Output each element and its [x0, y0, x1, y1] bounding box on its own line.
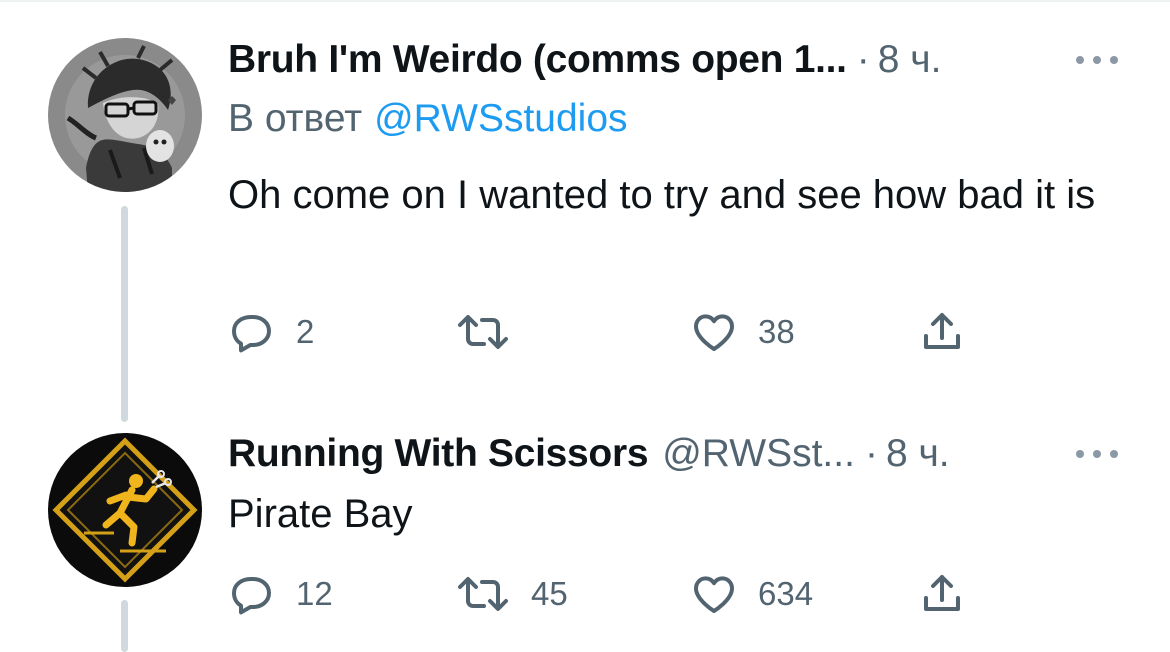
separator-dot: ·	[864, 432, 878, 475]
reply-button[interactable]: 2	[228, 308, 314, 356]
retweet-button[interactable]: 45	[455, 570, 568, 618]
like-button[interactable]: 634	[690, 570, 813, 618]
like-count: 634	[758, 575, 814, 612]
tweet-header: Running With Scissors @RWSst... · 8 ч.	[228, 431, 950, 477]
thread-line	[121, 206, 128, 422]
avatar[interactable]	[48, 433, 202, 587]
more-dots-icon[interactable]	[1076, 446, 1118, 462]
timestamp[interactable]: 8 ч.	[878, 37, 942, 83]
tweet-text: Pirate Bay	[228, 492, 413, 536]
reply-button[interactable]: 12	[228, 570, 333, 618]
separator-dot: ·	[856, 38, 870, 81]
retweet-count: 45	[531, 575, 568, 612]
reply-mention-link[interactable]: @RWSstudios	[374, 97, 627, 140]
tweet-text: Oh come on I wanted to try and see how b…	[228, 173, 1096, 217]
heart-icon	[694, 314, 734, 351]
more-dots-icon[interactable]	[1076, 52, 1118, 68]
display-name[interactable]: Running With Scissors	[228, 431, 649, 477]
speech-bubble-icon	[232, 315, 271, 353]
user-handle[interactable]: @RWSst...	[662, 431, 855, 477]
share-upload-icon	[924, 575, 960, 611]
running-man-warning-sign-avatar-icon	[48, 433, 202, 587]
reply-prefix: В ответ	[228, 97, 363, 140]
reply-context: В ответ @RWSstudios	[228, 96, 628, 142]
display-name[interactable]: Bruh I'm Weirdo (comms open 1...	[228, 37, 847, 83]
sketch-character-avatar-icon	[48, 38, 202, 192]
tweet-header: Bruh I'm Weirdo (comms open 1... · 8 ч.	[228, 37, 941, 83]
reply-count: 2	[296, 313, 315, 350]
thread-line	[121, 600, 128, 652]
avatar[interactable]	[48, 38, 202, 192]
reply-count: 12	[296, 575, 333, 612]
like-button[interactable]: 38	[690, 308, 795, 356]
retweet-arrows-icon	[458, 577, 508, 611]
top-divider	[0, 0, 1170, 2]
speech-bubble-icon	[232, 577, 271, 615]
retweet-arrows-icon	[458, 315, 508, 349]
heart-icon	[694, 576, 734, 613]
share-button[interactable]	[918, 308, 966, 356]
share-button[interactable]	[918, 570, 966, 618]
retweet-button[interactable]	[455, 308, 531, 356]
timestamp[interactable]: 8 ч.	[886, 431, 950, 477]
like-count: 38	[758, 313, 795, 350]
share-upload-icon	[924, 313, 960, 349]
